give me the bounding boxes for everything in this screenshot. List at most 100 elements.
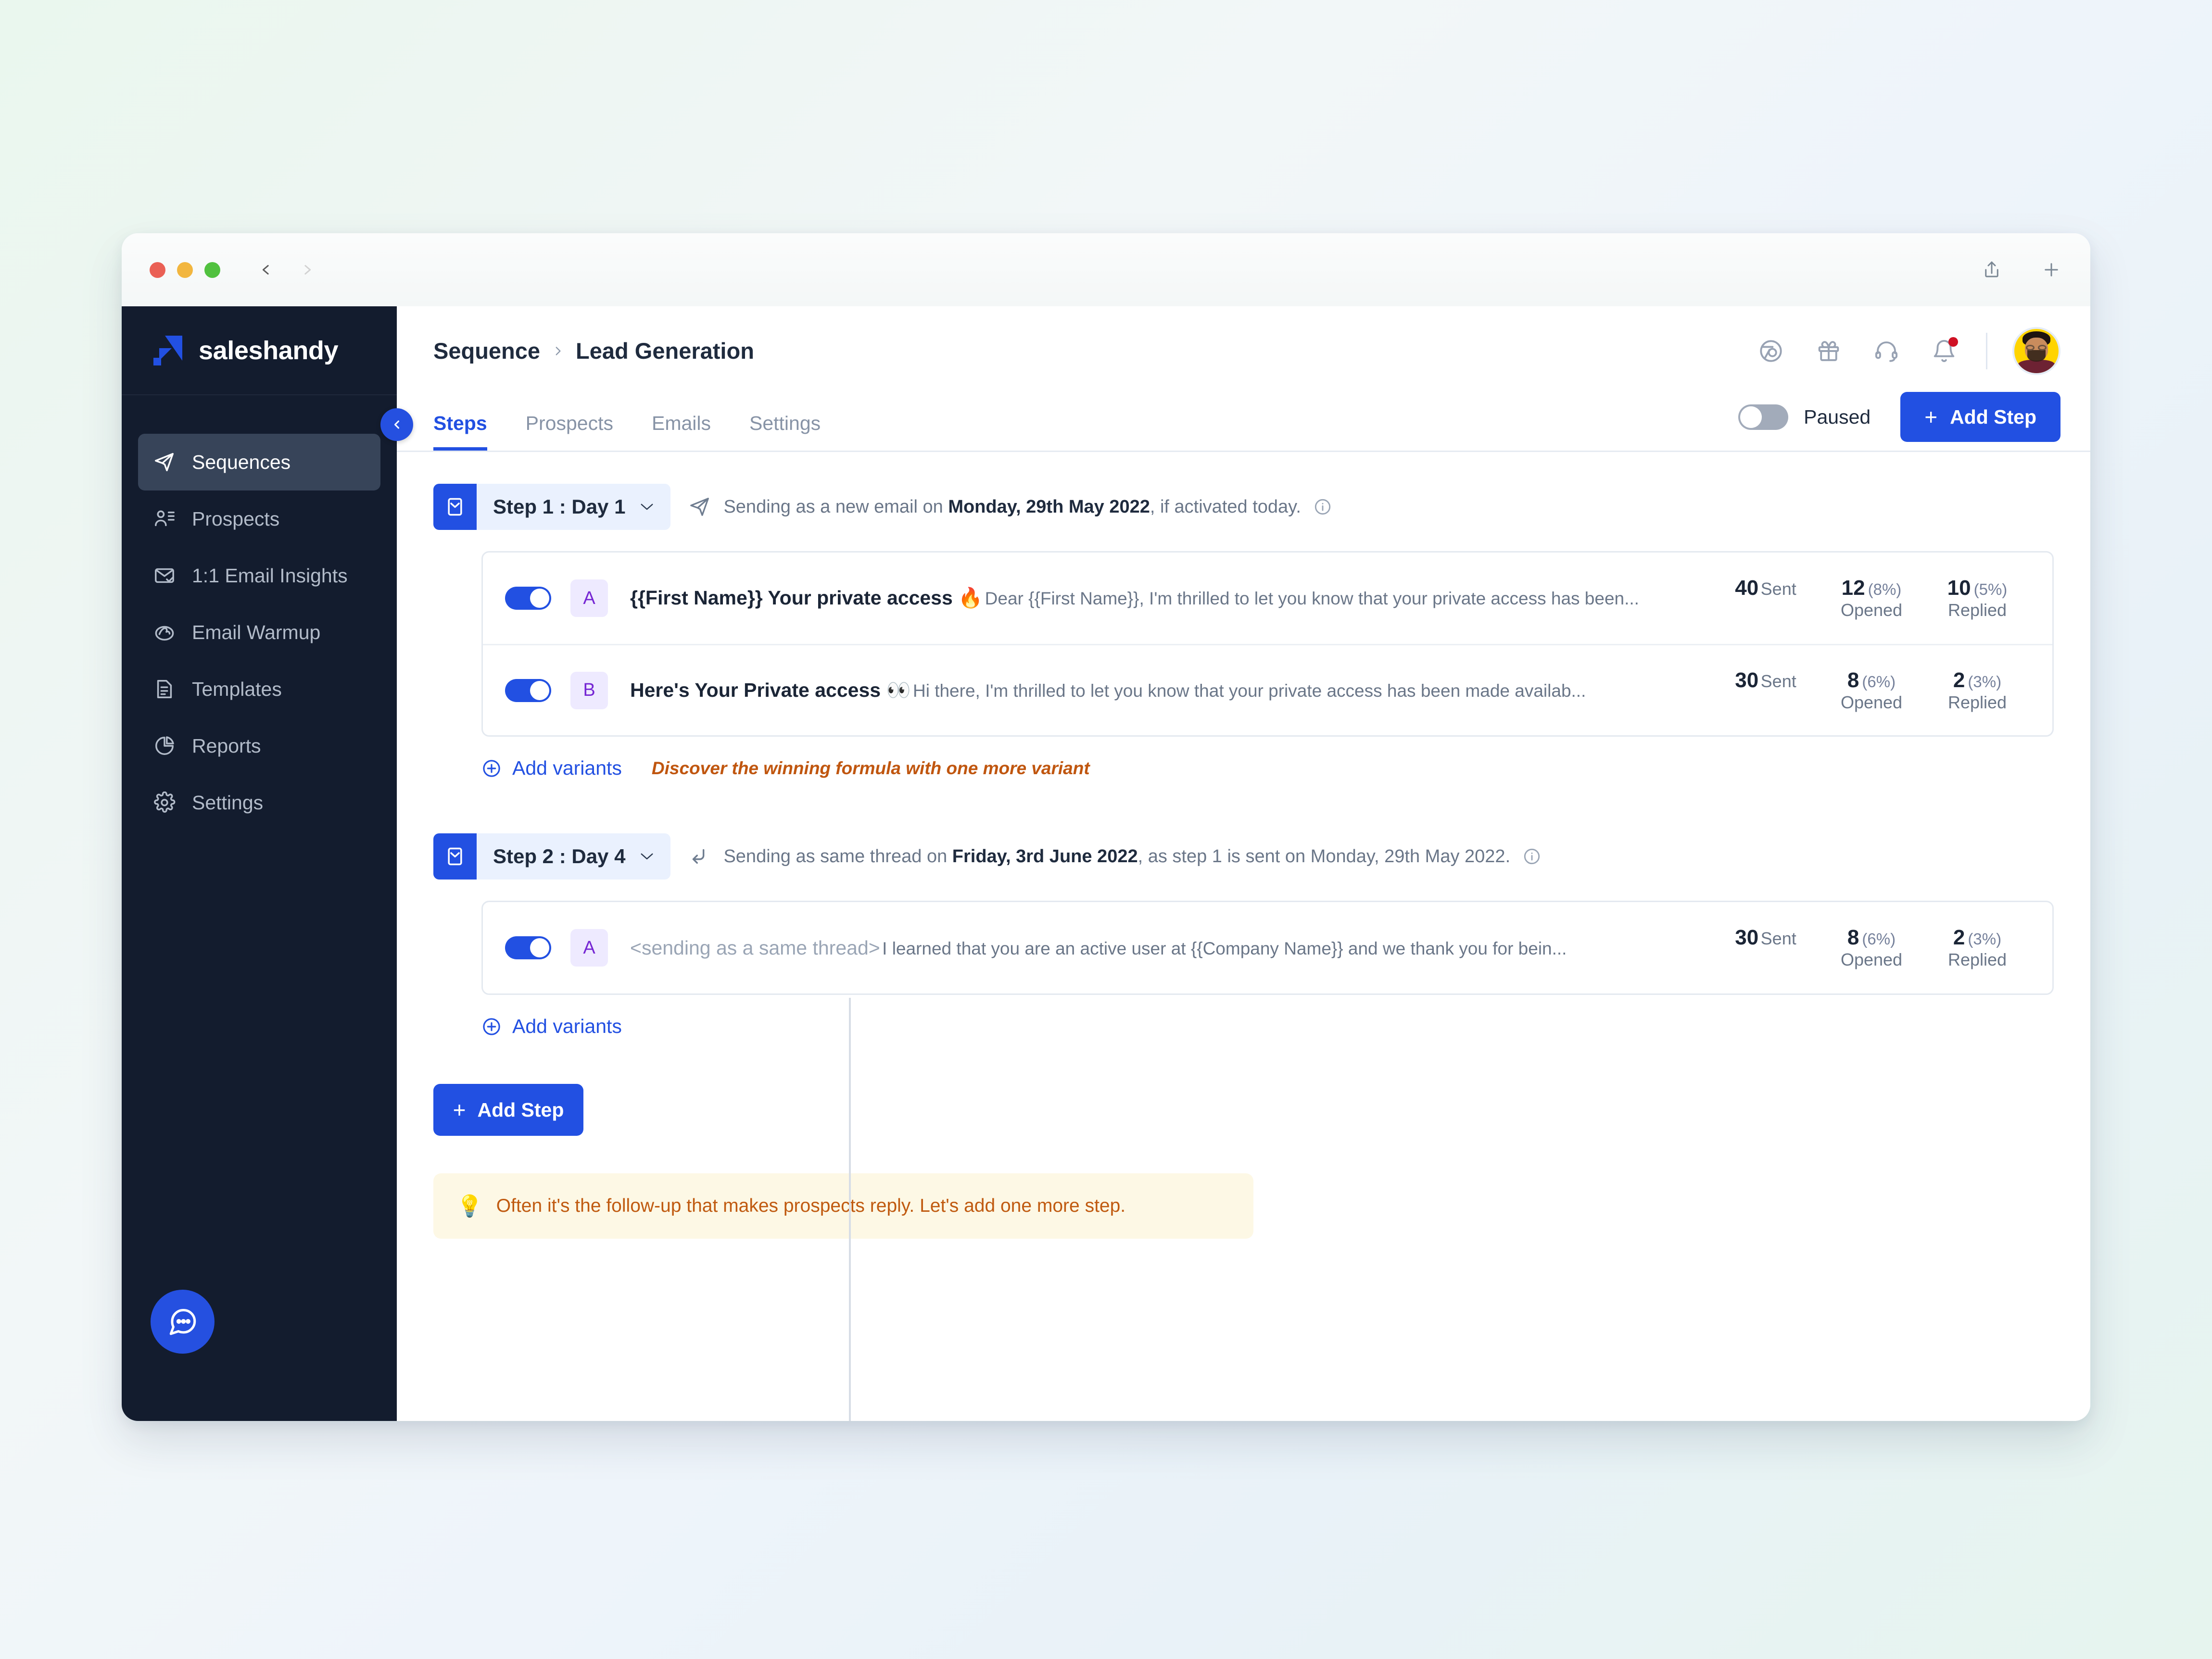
tab-steps[interactable]: Steps	[433, 412, 487, 451]
avatar[interactable]	[2012, 327, 2060, 375]
add-variants-button[interactable]: Add variants	[481, 757, 622, 779]
reply-arrow-icon	[689, 845, 711, 867]
variant-toggle[interactable]	[505, 936, 551, 959]
stat-replied: 10 (5%) Replied	[1924, 576, 2030, 620]
sidebar-item-email-warmup[interactable]: Email Warmup	[138, 604, 380, 661]
add-step-bottom-button[interactable]: + Add Step	[433, 1084, 583, 1136]
add-step-bottom-label: Add Step	[477, 1098, 564, 1121]
maximize-window-button[interactable]	[204, 262, 220, 278]
step-label: Step 2 : Day 4	[493, 845, 626, 867]
stat-percent: (3%)	[1968, 672, 2002, 691]
variant-preview: I learned that you are an active user at…	[882, 938, 1567, 958]
sequence-status-toggle-group: Paused	[1738, 404, 1871, 430]
variant-subject: <sending as a same thread>	[630, 936, 880, 959]
variant-toggle[interactable]	[505, 587, 551, 610]
stat-percent: (6%)	[1862, 672, 1896, 691]
saleshandy-logo-icon	[152, 335, 185, 365]
chrome-extension-icon[interactable]	[1758, 338, 1784, 364]
back-icon[interactable]	[258, 262, 274, 278]
minimize-window-button[interactable]	[177, 262, 193, 278]
close-window-button[interactable]	[150, 262, 165, 278]
share-icon[interactable]	[1982, 260, 2002, 280]
titlebar-actions	[1982, 260, 2061, 280]
sidebar-item-templates[interactable]: Templates	[138, 661, 380, 717]
variant-toggle[interactable]	[505, 679, 551, 702]
sidebar-item-prospects[interactable]: Prospects	[138, 490, 380, 547]
step-pill[interactable]: Step 2 : Day 4	[433, 833, 671, 880]
stat-label: Replied	[1947, 600, 2007, 620]
chat-support-button[interactable]	[151, 1290, 215, 1354]
add-variants-label: Add variants	[512, 1015, 622, 1037]
stat-replied: 2 (3%) Replied	[1924, 926, 2030, 970]
variant-preview: Hi there, I'm thrilled to let you know t…	[912, 680, 1586, 701]
page-header: Sequence Lead Generation	[397, 306, 2090, 395]
breadcrumb: Sequence Lead Generation	[433, 338, 754, 364]
tab-emails[interactable]: Emails	[652, 412, 711, 451]
stat-value: 30	[1735, 668, 1759, 692]
step-block: Step 2 : Day 4 Sending as same thread on…	[433, 833, 2054, 1038]
gift-icon[interactable]	[1816, 338, 1842, 364]
chevron-down-icon[interactable]	[640, 852, 654, 861]
variant-subject: Here's Your Private access 👀	[630, 679, 911, 701]
plus-icon: +	[1924, 404, 1938, 429]
forward-icon[interactable]	[299, 262, 316, 278]
add-step-button[interactable]: + Add Step	[1900, 392, 2060, 442]
variant-row[interactable]: A <sending as a same thread> I learned t…	[483, 902, 2052, 993]
step-pill[interactable]: Step 1 : Day 1	[433, 484, 671, 530]
stat-opened: 8 (6%) Opened	[1819, 668, 1924, 713]
stat-value: 8 (6%)	[1847, 926, 1896, 949]
stat-label: Opened	[1840, 950, 1903, 969]
sidebar-item-settings[interactable]: Settings	[138, 774, 380, 831]
variant-row[interactable]: A {{First Name}} Your private access 🔥 D…	[483, 553, 2052, 644]
steps-content: Step 1 : Day 1 Sending as a new email on…	[397, 452, 2090, 1421]
sidebar-item-email-insights[interactable]: 1:1 Email Insights	[138, 547, 380, 604]
tip-banner: 💡 Often it's the follow-up that makes pr…	[433, 1173, 1253, 1239]
stat-percent: (8%)	[1868, 580, 1902, 598]
variants-card: A <sending as a same thread> I learned t…	[481, 901, 2054, 995]
info-circle-icon[interactable]	[1523, 847, 1541, 866]
schedule-pre: Sending as a new email on	[723, 496, 948, 517]
tab-prospects[interactable]: Prospects	[526, 412, 613, 451]
step-schedule-info: Sending as a new email on Monday, 29th M…	[689, 496, 1331, 518]
sidebar-item-reports[interactable]: Reports	[138, 717, 380, 774]
stat-value: 10 (5%)	[1947, 576, 2008, 600]
email-envelope-icon	[433, 484, 477, 530]
variant-text: Here's Your Private access 👀 Hi there, I…	[630, 679, 1694, 702]
stat-value: 2 (3%)	[1953, 926, 2002, 949]
new-tab-icon[interactable]	[2041, 260, 2061, 280]
sidebar-item-label: Sequences	[192, 451, 291, 473]
variant-subject: {{First Name}} Your private access 🔥	[630, 587, 983, 609]
stat-opened: 12 (8%) Opened	[1819, 576, 1924, 620]
window-controls	[150, 262, 220, 278]
schedule-post: , as step 1 is sent on Monday, 29th May …	[1138, 846, 1511, 867]
sidebar-collapse-button[interactable]	[380, 408, 413, 441]
schedule-pre: Sending as same thread on	[723, 846, 952, 867]
add-variants-button[interactable]: Add variants	[481, 1015, 622, 1038]
sequence-status-toggle[interactable]	[1738, 404, 1789, 430]
chevron-down-icon[interactable]	[640, 503, 654, 511]
stat-label: Opened	[1840, 692, 1903, 712]
sidebar-item-sequences[interactable]: Sequences	[138, 434, 380, 490]
variant-row[interactable]: B Here's Your Private access 👀 Hi there,…	[483, 644, 2052, 735]
step-block: Step 1 : Day 1 Sending as a new email on…	[433, 484, 2054, 779]
step-connector-rail	[849, 998, 851, 1421]
gear-icon	[153, 792, 176, 814]
stat-label: Sent	[1760, 929, 1796, 948]
headset-support-icon[interactable]	[1873, 338, 1899, 364]
add-variants-hint: Discover the winning formula with one mo…	[651, 758, 1090, 778]
schedule-post: , if activated today.	[1150, 496, 1301, 517]
variants-card: A {{First Name}} Your private access 🔥 D…	[481, 551, 2054, 737]
plus-icon: +	[453, 1097, 466, 1122]
stat-value: 2 (3%)	[1953, 668, 2002, 692]
stat-value: 40	[1735, 576, 1759, 600]
tab-settings[interactable]: Settings	[749, 412, 821, 451]
brand-logo[interactable]: saleshandy	[122, 306, 397, 395]
stat-value: 30	[1735, 926, 1759, 949]
bell-notification-icon[interactable]	[1931, 337, 1958, 364]
info-circle-icon[interactable]	[1314, 498, 1332, 516]
schedule-date: Friday, 3rd June 2022	[952, 846, 1138, 867]
chevron-right-icon	[552, 344, 564, 358]
tab-bar-actions: Paused + Add Step	[1738, 392, 2060, 451]
breadcrumb-parent[interactable]: Sequence	[433, 338, 540, 364]
stat-sent: 30 Sent	[1713, 926, 1819, 950]
